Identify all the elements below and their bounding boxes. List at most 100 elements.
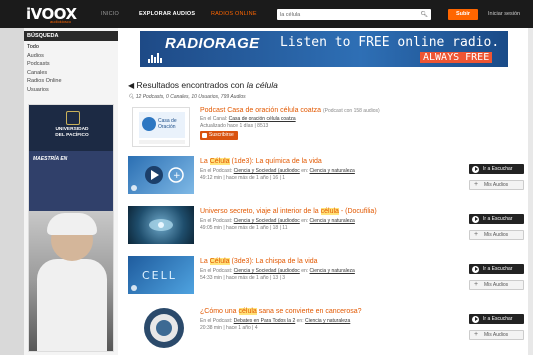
item-title[interactable]: Universo secreto, viaje al interior de l…	[200, 208, 377, 215]
category-link[interactable]: Ciencia y naturaleza	[310, 218, 355, 224]
subscribe-label: Suscribirse	[209, 132, 234, 138]
sidebar-item-audios[interactable]: Audios	[27, 52, 115, 61]
listen-button[interactable]: Ir a Escuchar	[469, 264, 524, 274]
category-label: en:	[301, 268, 310, 274]
item-title[interactable]: La Célula (3de3): La chispa de la vida	[200, 258, 318, 265]
search-input[interactable]	[277, 9, 412, 20]
podcast-link[interactable]: Ciencia y Sociedad (audiodoc	[234, 268, 300, 274]
ad-header: UNIVERSIDAD DEL PACÍFICO	[29, 105, 113, 151]
add-label: Mis Audios	[484, 232, 509, 238]
listen-label: Ir a Escuchar	[483, 166, 513, 172]
login-link[interactable]: Iniciar sesión	[488, 11, 520, 17]
nav-explorar-audios[interactable]: EXPLORAR AUDIOS	[139, 11, 195, 17]
upload-button[interactable]: Subir	[448, 9, 478, 20]
svg-text:Oración: Oración	[158, 124, 176, 130]
ad-maestria-text: MAESTRÍA EN	[33, 156, 68, 162]
plus-icon: +	[474, 331, 479, 338]
podcast-link[interactable]: Ciencia y Sociedad (audiodoc	[234, 168, 300, 174]
sidebar-ad[interactable]: UNIVERSIDAD DEL PACÍFICO MAESTRÍA EN	[28, 104, 114, 352]
subscribe-button[interactable]: Suscribirse	[200, 131, 238, 140]
episode-thumbnail[interactable]: CELL	[128, 256, 194, 294]
item-meta: 49:05 min | hace más de 1 año | 18 | 11	[200, 225, 288, 231]
podcast-thumbnail[interactable]: Casa de Oración ▶	[132, 107, 190, 147]
podcast-label: En el Podcast:	[200, 218, 234, 224]
podcast-label: En el Podcast:	[200, 168, 234, 174]
add-to-my-audios-button[interactable]: + Mis Audios	[469, 330, 524, 340]
speaker-icon: ◀	[128, 81, 135, 90]
episode-thumbnail[interactable]: +	[128, 156, 194, 194]
list-item: Universo secreto, viaje al interior de l…	[128, 206, 526, 248]
item-meta: 49:12 min | hace más de 1 año | 16 | 1	[200, 175, 286, 181]
title-part: - (Docufilia)	[338, 208, 377, 215]
category-link[interactable]: Ciencia y naturaleza	[310, 268, 355, 274]
category-label: en:	[301, 218, 310, 224]
search-icon[interactable]: 🔍︎	[420, 11, 428, 18]
podcast-label: En el Podcast:	[200, 268, 234, 274]
item-title[interactable]: Podcast Casa de oración célula coatza (P…	[200, 107, 380, 114]
title-part: sana se convierte en cancerosa?	[256, 308, 362, 315]
main-content: RADIORAGE Listen to FREE online radio. A…	[118, 28, 528, 355]
logo-subtitle: audiokiosco	[50, 19, 72, 24]
listen-label: Ir a Escuchar	[483, 316, 513, 322]
listen-button[interactable]: Ir a Escuchar	[469, 214, 524, 224]
sidebar-item-radios-online[interactable]: Radios Online	[27, 77, 115, 86]
svg-text:CELL: CELL	[142, 269, 177, 282]
banner-brand: RADIORAGE	[165, 35, 260, 52]
item-title[interactable]: La Célula (1de3): La química de la vida	[200, 158, 322, 165]
sidebar-item-usuarios[interactable]: Usuarios	[27, 86, 115, 95]
results-meta: 🔍︎ 12 Podcasts, 0 Canales, 10 Usuarios, …	[128, 94, 246, 100]
list-item: CELL La Célula (3de3): La chispa de la v…	[128, 256, 526, 298]
category-link[interactable]: Ciencia y naturaleza	[305, 318, 350, 324]
item-meta: Actualizado hace 1 días | 8513	[200, 123, 269, 129]
podcast-link[interactable]: Ciencia y Sociedad (audiodoc	[234, 218, 300, 224]
results-heading-prefix: Resultados encontrados con	[136, 80, 247, 90]
ad-person-body	[37, 259, 107, 351]
episode-thumbnail[interactable]	[142, 306, 186, 350]
item-title[interactable]: ¿Cómo una célula sana se convierte en ca…	[200, 308, 362, 315]
banner-cta[interactable]: ALWAYS FREE	[420, 52, 493, 63]
sidebar-item-todo[interactable]: Todo	[27, 43, 115, 52]
channel-label: En el Canal:	[200, 116, 229, 122]
results-heading: ◀ Resultados encontrados con la célula	[128, 80, 278, 90]
plus-icon: +	[474, 181, 479, 188]
category-link[interactable]: Ciencia y naturaleza	[310, 168, 355, 174]
title-part: Universo secreto, viaje al interior de l…	[200, 208, 321, 215]
item-meta: 20:38 min | hace 1 año | 4	[200, 325, 258, 331]
channel-link[interactable]: Casa de oración célula coatza	[229, 116, 296, 122]
add-to-my-audios-button[interactable]: + Mis Audios	[469, 230, 524, 240]
play-icon	[472, 165, 479, 173]
ad-middle: MAESTRÍA EN	[29, 151, 113, 211]
nav-inicio[interactable]: INICIO	[101, 11, 119, 17]
title-part: Podcast Casa de oración	[200, 107, 281, 114]
listen-button[interactable]: Ir a Escuchar	[469, 164, 524, 174]
plus-icon: +	[474, 231, 479, 238]
listen-label: Ir a Escuchar	[483, 266, 513, 272]
title-part: La	[200, 158, 210, 165]
add-label: Mis Audios	[484, 282, 509, 288]
episode-thumbnail[interactable]	[128, 206, 194, 244]
radiorage-banner[interactable]: RADIORAGE Listen to FREE online radio. A…	[140, 31, 508, 67]
item-podcast: En el Podcast: Ciencia y Sociedad (audio…	[200, 268, 355, 274]
podcast-label: En el Podcast:	[200, 318, 234, 324]
ad-photo	[29, 211, 113, 351]
add-to-my-audios-button[interactable]: + Mis Audios	[469, 280, 524, 290]
play-icon	[472, 215, 479, 223]
ad-helmet	[47, 213, 97, 235]
search-box: 🔍︎	[277, 9, 431, 20]
item-podcast: En el Podcast: Debates en Para Todos la …	[200, 318, 350, 324]
add-to-my-audios-button[interactable]: + Mis Audios	[469, 180, 524, 190]
title-suffix: (Podcast con 158 audios)	[323, 108, 380, 114]
podcast-link[interactable]: Debates en Para Todos la 2	[234, 318, 296, 324]
nav-radios-online[interactable]: RADIOS ONLINE	[211, 11, 257, 17]
play-icon	[472, 265, 479, 273]
sidebar-item-canales[interactable]: Canales	[27, 69, 115, 78]
title-part: coatza	[298, 107, 322, 114]
item-meta: 54:33 min | hace más de 1 año | 13 | 3	[200, 275, 286, 281]
category-label: en:	[301, 168, 310, 174]
listen-button[interactable]: Ir a Escuchar	[469, 314, 524, 324]
title-part: (3de3): La chispa de la vida	[229, 258, 318, 265]
page-scrollbar[interactable]	[528, 28, 533, 355]
sidebar-item-podcasts[interactable]: Podcasts	[27, 60, 115, 69]
add-label: Mis Audios	[484, 182, 509, 188]
banner-tagline: Listen to FREE online radio.	[280, 35, 500, 50]
